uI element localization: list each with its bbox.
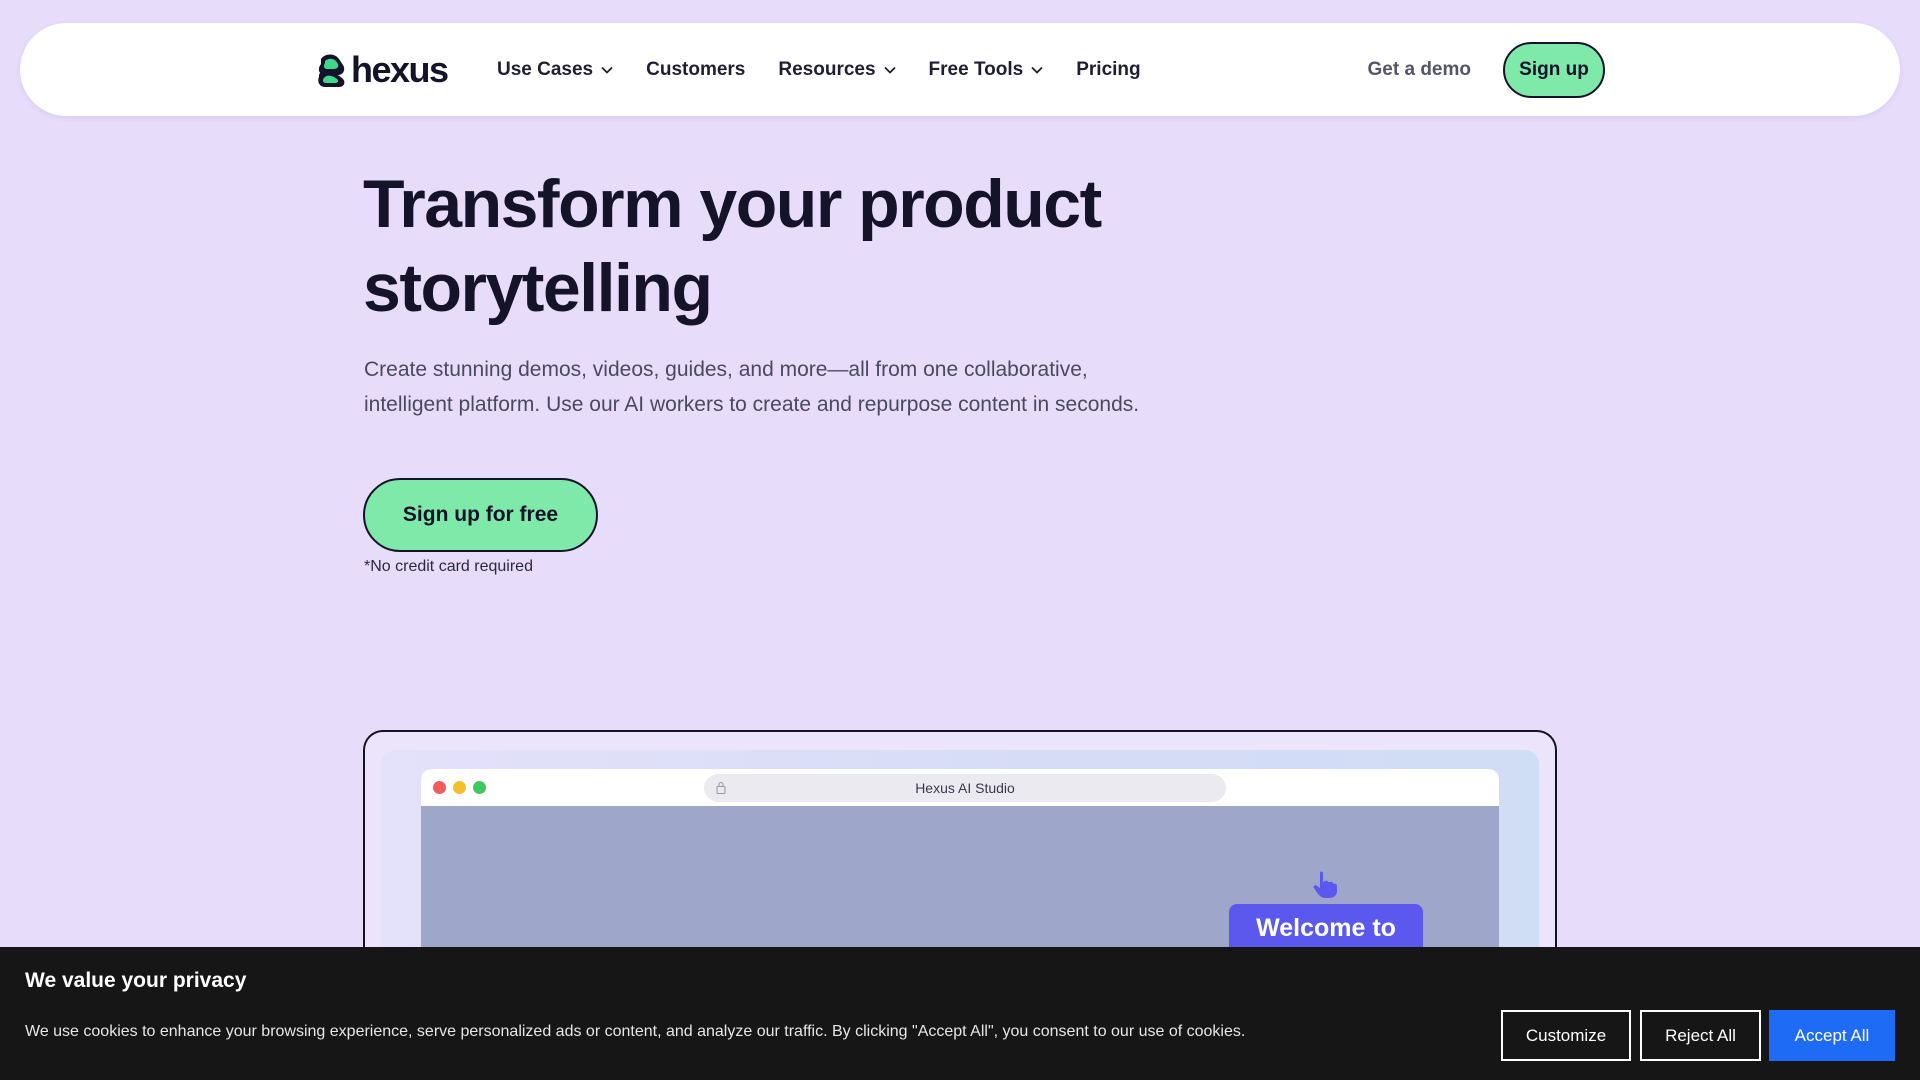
nav-item-label: Customers: [646, 58, 746, 80]
customize-button[interactable]: Customize: [1501, 1010, 1631, 1061]
no-credit-card-note: *No credit card required: [364, 558, 533, 575]
hand-pointer-icon: [1313, 871, 1337, 898]
nav-item-resources[interactable]: Resources: [778, 58, 896, 81]
accept-all-button[interactable]: Accept All: [1769, 1010, 1895, 1061]
hero-title-line-2: storytelling: [363, 250, 713, 326]
hexus-logo-icon: [318, 54, 345, 87]
window-maximize-dot: [473, 781, 486, 794]
nav-item-label: Pricing: [1076, 58, 1141, 80]
nav-item-label: Use Cases: [497, 58, 594, 80]
browser-toolbar: Hexus AI Studio: [421, 769, 1499, 806]
nav-item-use-cases[interactable]: Use Cases: [497, 59, 613, 81]
top-nav: hexus Use Cases Customers Resources Free…: [20, 23, 1900, 116]
signup-free-button[interactable]: Sign up for free: [363, 478, 598, 552]
hero-subtitle-line-2: intelligent platform. Use our AI workers…: [364, 393, 1140, 416]
chevron-down-icon: [1031, 66, 1043, 74]
hero-subtitle: Create stunning demos, videos, guides, a…: [364, 352, 1144, 422]
reject-all-button[interactable]: Reject All: [1640, 1010, 1761, 1061]
nav-actions: Get a demo Sign up: [1368, 23, 1605, 116]
chevron-down-icon: [883, 66, 896, 74]
nav-item-pricing[interactable]: Pricing: [1076, 59, 1140, 81]
signup-button[interactable]: Sign up: [1503, 41, 1605, 98]
nav-item-free-tools[interactable]: Free Tools: [929, 59, 1044, 81]
hero-subtitle-line-1: Create stunning demos, videos, guides, a…: [364, 358, 1088, 381]
window-close-dot: [433, 781, 446, 794]
window-minimize-dot: [453, 781, 466, 794]
logo[interactable]: hexus: [315, 49, 449, 90]
page: hexus Use Cases Customers Resources Free…: [0, 0, 1920, 1080]
cookie-banner: We value your privacy We use cookies to …: [0, 947, 1920, 1080]
cookie-title: We value your privacy: [25, 969, 247, 992]
lock-icon: [716, 781, 726, 794]
nav-item-customers[interactable]: Customers: [646, 59, 745, 81]
nav-item-label: Resources: [778, 58, 876, 80]
logo-text: hexus: [351, 49, 449, 90]
get-demo-link[interactable]: Get a demo: [1368, 59, 1471, 81]
hero-title-line-1: Transform your product: [363, 166, 1102, 242]
nav-menu: Use Cases Customers Resources Free Tools…: [497, 23, 1174, 116]
chevron-down-icon: [601, 66, 613, 74]
url-text: Hexus AI Studio: [915, 780, 1015, 796]
nav-item-label: Free Tools: [928, 58, 1024, 80]
cookie-text: We use cookies to enhance your browsing …: [25, 1023, 1246, 1040]
hero-title: Transform your product storytelling: [363, 162, 1263, 330]
url-bar: Hexus AI Studio: [704, 774, 1226, 802]
